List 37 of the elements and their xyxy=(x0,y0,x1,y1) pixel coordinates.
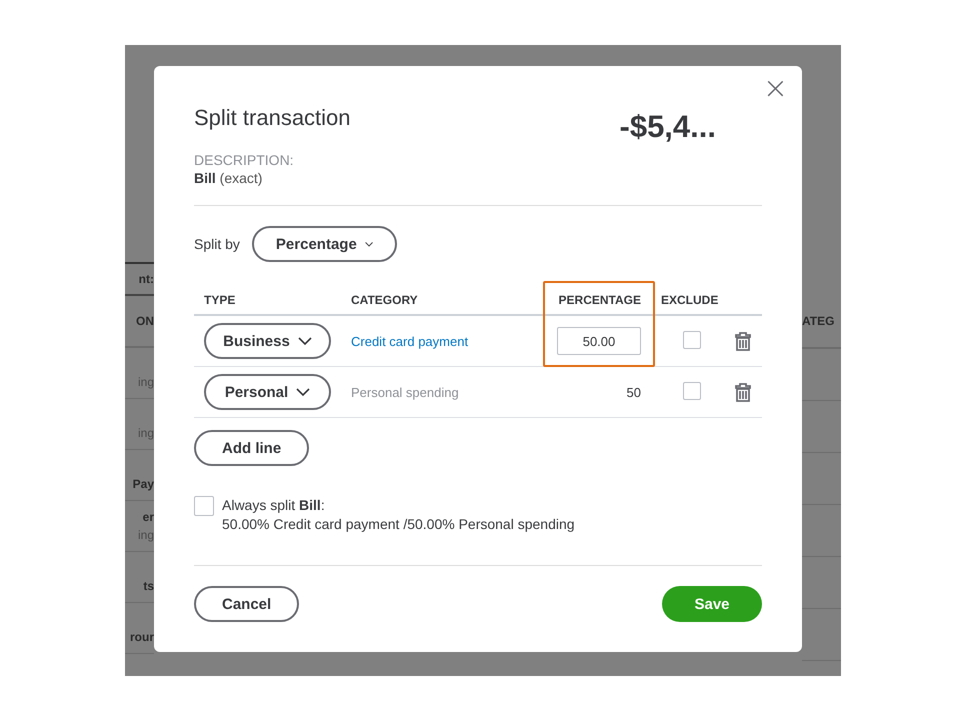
trash-icon[interactable] xyxy=(734,332,750,350)
category-link[interactable]: Credit card payment xyxy=(351,334,468,348)
column-header: CATEGORY xyxy=(351,293,418,307)
column-header: PERCENTAGE xyxy=(558,293,641,307)
match-type: (exact) xyxy=(220,170,262,186)
background-text: Pay xyxy=(132,476,154,493)
percentage-value: 50 xyxy=(626,384,641,400)
description-label: DESCRIPTION: xyxy=(194,151,295,169)
add-line-button[interactable]: Add line xyxy=(194,430,310,466)
background-text: er xyxy=(142,509,154,526)
column-header: TYPE xyxy=(204,293,236,307)
type-dropdown[interactable]: Business xyxy=(204,323,331,359)
exclude-checkbox[interactable] xyxy=(683,330,701,348)
exclude-checkbox[interactable] xyxy=(683,382,701,400)
column-header: EXCLUDE xyxy=(661,293,718,307)
chevron-icon xyxy=(364,240,373,248)
cancel-button[interactable]: Cancel xyxy=(194,586,300,622)
category-text: Personal spending xyxy=(351,384,459,400)
percentage-field[interactable]: 50.00 xyxy=(557,327,641,355)
dialog-title: Split transaction xyxy=(194,104,351,132)
description-name: Bill xyxy=(194,170,216,186)
background-text: nt: xyxy=(138,271,154,288)
amount: -$5,4... xyxy=(620,109,716,146)
split-summary: 50.00% Credit card payment /50.00% Personal spending xyxy=(222,515,575,534)
split-by-label: Split by xyxy=(194,236,240,252)
background-text: ts xyxy=(143,578,154,595)
chevron-icon xyxy=(296,388,310,396)
always-split-checkbox[interactable] xyxy=(194,496,214,516)
chevron-icon xyxy=(298,336,312,346)
type-dropdown[interactable]: Personal xyxy=(204,374,331,410)
split-by-dropdown[interactable]: Percentage xyxy=(252,226,397,262)
always-split-label: Always split Bill: xyxy=(222,496,326,515)
trash-icon[interactable] xyxy=(734,382,750,402)
close-button[interactable]: × xyxy=(760,76,790,102)
background-text: ATEG xyxy=(802,312,834,330)
background-text: ON xyxy=(136,313,154,330)
background-text: rour xyxy=(130,629,154,646)
